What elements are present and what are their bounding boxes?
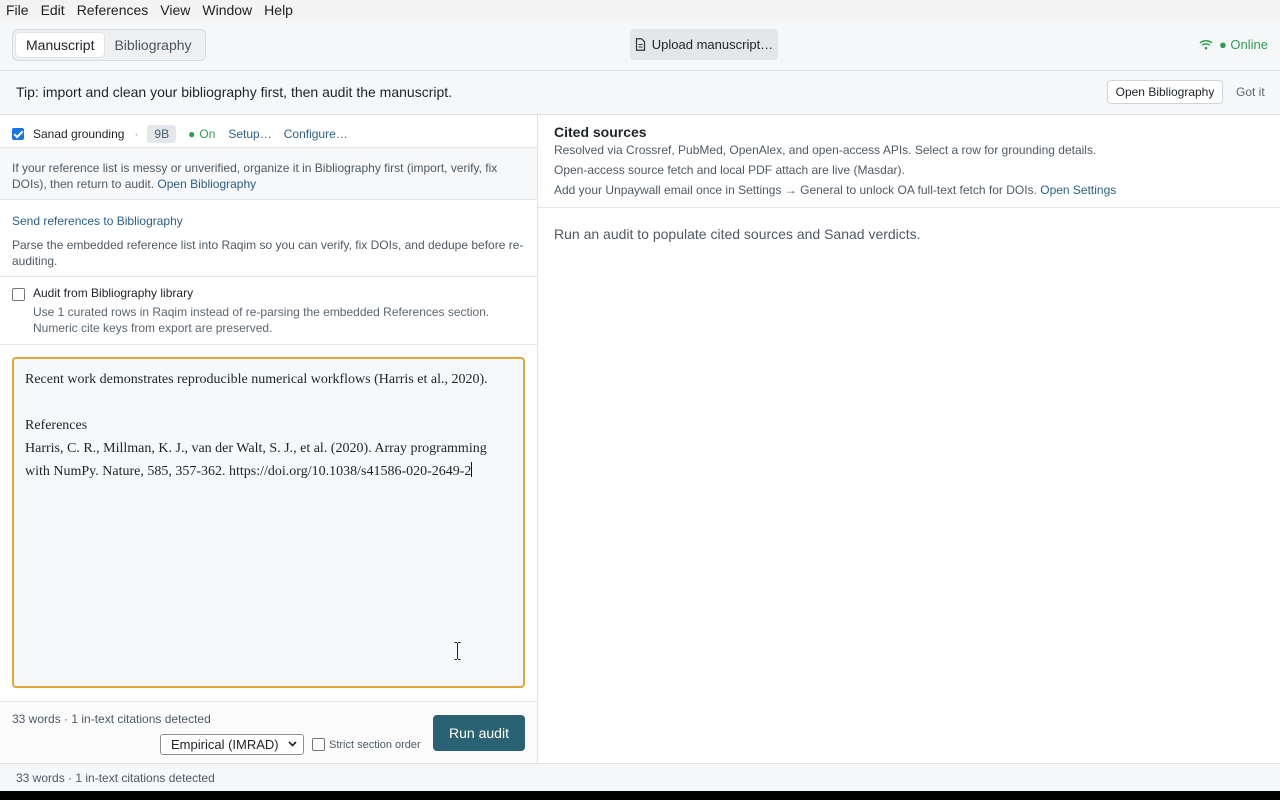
- tab-bibliography[interactable]: Bibliography: [104, 33, 201, 57]
- editor-footer: 33 words · 1 in-text citations detected …: [0, 701, 537, 764]
- wifi-icon: [1199, 39, 1213, 50]
- cited-sources-pane: Cited sources Resolved via Crossref, Pub…: [538, 115, 1280, 763]
- word-count: 33 words · 1 in-text citations detected: [12, 712, 211, 726]
- unpaywall-note: Add your Unpaywall email once in Setting…: [554, 183, 1117, 197]
- sanad-row: Sanad grounding · 9B ● On Setup… Configu…: [0, 115, 537, 148]
- manuscript-line: Recent work demonstrates reproducible nu…: [25, 372, 488, 387]
- separator-dot: ·: [134, 127, 139, 141]
- status-bar-count: 33 words · 1 in-text citations detected: [16, 771, 215, 785]
- ibeam-cursor-icon: [454, 642, 461, 660]
- references-heading: References: [25, 418, 88, 433]
- study-type-value: Empirical (IMRAD): [171, 737, 279, 752]
- text-caret: [471, 462, 473, 477]
- menu-view[interactable]: View: [154, 2, 196, 18]
- cited-sources-header: Cited sources Resolved via Crossref, Pub…: [538, 115, 1280, 208]
- connection-status: ● Online: [1199, 37, 1268, 52]
- send-references-link[interactable]: Send references to Bibliography: [12, 214, 183, 228]
- toolbar: Manuscript Bibliography Upload manuscrip…: [0, 19, 1280, 71]
- send-references-section: Send references to Bibliography Parse th…: [0, 200, 537, 277]
- manuscript-editor[interactable]: Recent work demonstrates reproducible nu…: [12, 357, 525, 688]
- window-bottom-edge: [0, 791, 1280, 800]
- oa-fetch-note: Open-access source fetch and local PDF a…: [554, 163, 905, 177]
- menu-bar: File Edit References View Window Help: [0, 0, 1280, 19]
- got-it-button[interactable]: Got it: [1236, 85, 1265, 99]
- chevron-down-icon: [288, 741, 297, 747]
- menu-window[interactable]: Window: [196, 2, 258, 18]
- run-audit-button[interactable]: Run audit: [433, 715, 525, 751]
- menu-help[interactable]: Help: [258, 2, 299, 18]
- manuscript-pane: Sanad grounding · 9B ● On Setup… Configu…: [0, 115, 538, 764]
- model-badge: 9B: [147, 125, 177, 143]
- empty-state-message: Run an audit to populate cited sources a…: [554, 226, 921, 242]
- tip-text: Tip: import and clean your bibliography …: [16, 84, 453, 100]
- upload-manuscript-button[interactable]: Upload manuscript…: [630, 29, 778, 60]
- tab-manuscript[interactable]: Manuscript: [16, 33, 105, 57]
- open-bibliography-link[interactable]: Open Bibliography: [157, 177, 256, 191]
- strict-order-label[interactable]: Strict section order: [329, 739, 421, 751]
- status-dot-icon: ●: [188, 127, 196, 141]
- menu-references[interactable]: References: [71, 2, 155, 18]
- status-text: ● Online: [1218, 37, 1268, 52]
- document-icon: [635, 38, 645, 51]
- cited-sources-desc: Resolved via Crossref, PubMed, OpenAlex,…: [554, 143, 1097, 157]
- strict-order-checkbox[interactable]: [312, 738, 325, 751]
- tip-bar: Tip: import and clean your bibliography …: [0, 71, 1280, 115]
- configure-link[interactable]: Configure…: [284, 127, 348, 141]
- strict-section-order: Strict section order: [312, 738, 421, 751]
- reference-entry: Harris, C. R., Millman, K. J., van der W…: [25, 441, 491, 479]
- menu-edit[interactable]: Edit: [35, 2, 71, 18]
- open-settings-link[interactable]: Open Settings: [1040, 183, 1116, 197]
- audit-library-label[interactable]: Audit from Bibliography library: [33, 286, 193, 300]
- status-bar: 33 words · 1 in-text citations detected: [0, 763, 1280, 792]
- upload-label: Upload manuscript…: [651, 37, 774, 52]
- setup-link[interactable]: Setup…: [228, 127, 271, 141]
- study-type-select[interactable]: Empirical (IMRAD): [160, 734, 304, 755]
- sanad-on-label: On: [199, 127, 216, 141]
- sanad-label: Sanad grounding: [33, 127, 125, 141]
- view-tabs: Manuscript Bibliography: [12, 29, 206, 61]
- audit-library-checkbox[interactable]: [12, 288, 25, 301]
- audit-from-library-section: Audit from Bibliography library Use 1 cu…: [0, 277, 537, 345]
- menu-file[interactable]: File: [0, 2, 35, 18]
- send-references-desc: Parse the embedded reference list into R…: [12, 238, 524, 268]
- audit-library-desc: Use 1 curated rows in Raqim instead of r…: [33, 305, 490, 335]
- open-bibliography-button[interactable]: Open Bibliography: [1107, 80, 1223, 104]
- messy-references-note: If your reference list is messy or unver…: [0, 148, 537, 200]
- cited-sources-title: Cited sources: [554, 124, 647, 140]
- sanad-checkbox[interactable]: [12, 128, 24, 140]
